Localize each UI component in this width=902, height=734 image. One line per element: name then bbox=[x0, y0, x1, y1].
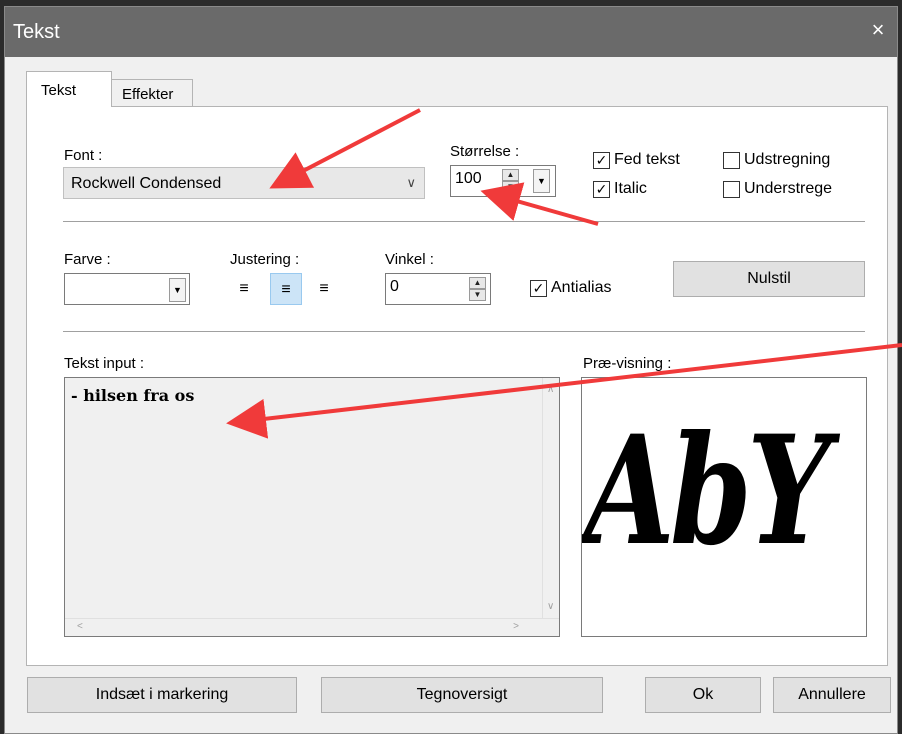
vertical-scrollbar[interactable]: ∧ ∨ bbox=[542, 378, 559, 618]
check-icon: ✓ bbox=[593, 180, 610, 198]
antialias-label: Antialias bbox=[551, 279, 612, 296]
text-dialog: Tekst × Tekst Effekter Font : Rockwell C… bbox=[4, 6, 898, 734]
font-label: Font : bbox=[64, 147, 103, 164]
text-input-label: Tekst input : bbox=[64, 355, 145, 372]
size-label: Størrelse : bbox=[450, 143, 520, 160]
angle-label: Vinkel : bbox=[385, 251, 434, 268]
color-label: Farve : bbox=[64, 251, 111, 268]
strikeout-label: Udstregning bbox=[744, 151, 831, 168]
italic-checkbox[interactable]: ✓ Italic bbox=[593, 180, 647, 198]
scroll-up-icon[interactable]: ∧ bbox=[547, 384, 554, 395]
italic-label: Italic bbox=[614, 180, 647, 197]
cancel-button[interactable]: Annullere bbox=[773, 677, 891, 713]
divider bbox=[63, 221, 865, 222]
size-dropdown-icon[interactable]: ▼ bbox=[533, 169, 550, 193]
align-left-icon[interactable]: ≡ bbox=[228, 273, 260, 305]
preview-box: AbY bbox=[581, 377, 867, 637]
size-down-icon[interactable]: ▼ bbox=[502, 181, 519, 193]
bold-checkbox[interactable]: ✓ Fed tekst bbox=[593, 151, 680, 169]
bold-label: Fed tekst bbox=[614, 151, 680, 168]
scroll-right-icon[interactable]: > bbox=[513, 621, 519, 632]
text-input-value: - hilsen fra os bbox=[71, 386, 195, 405]
insert-in-selection-button[interactable]: Indsæt i markering bbox=[27, 677, 297, 713]
strikeout-checkbox[interactable]: Udstregning bbox=[723, 151, 830, 169]
preview-label: Præ-visning : bbox=[583, 355, 672, 372]
tab-tekst-label: Tekst bbox=[41, 82, 77, 99]
alignment-label: Justering : bbox=[230, 251, 300, 268]
color-dropdown-icon[interactable]: ▼ bbox=[169, 278, 186, 302]
checkbox-empty-icon bbox=[723, 180, 740, 198]
divider bbox=[63, 331, 865, 332]
charmap-button[interactable]: Tegnoversigt bbox=[321, 677, 603, 713]
font-value: Rockwell Condensed bbox=[71, 175, 222, 192]
checkbox-empty-icon bbox=[723, 151, 740, 169]
tab-tekst[interactable]: Tekst bbox=[26, 71, 112, 107]
font-select[interactable]: Rockwell Condensed ∨ bbox=[63, 167, 425, 199]
tekst-tab-panel: Font : Rockwell Condensed ∨ Størrelse : … bbox=[26, 106, 888, 666]
antialias-checkbox[interactable]: ✓ Antialias bbox=[530, 279, 611, 297]
align-center-icon[interactable]: ≡ bbox=[270, 273, 302, 305]
underline-checkbox[interactable]: Understrege bbox=[723, 180, 832, 198]
angle-value: 0 bbox=[390, 278, 399, 295]
size-up-icon[interactable]: ▲ bbox=[502, 169, 519, 181]
size-value: 100 bbox=[455, 170, 482, 187]
reset-button[interactable]: Nulstil bbox=[673, 261, 865, 297]
scroll-left-icon[interactable]: < bbox=[77, 621, 83, 632]
tab-effekter-label: Effekter bbox=[122, 86, 174, 103]
scroll-down-icon[interactable]: ∨ bbox=[547, 601, 554, 612]
ok-button[interactable]: Ok bbox=[645, 677, 761, 713]
check-icon: ✓ bbox=[593, 151, 610, 169]
window-title: Tekst bbox=[13, 21, 60, 43]
tab-effekter[interactable]: Effekter bbox=[111, 79, 193, 109]
angle-spinner: ▲ ▼ bbox=[469, 277, 486, 301]
horizontal-scrollbar[interactable]: < > bbox=[65, 618, 559, 636]
chevron-down-icon: ∨ bbox=[406, 175, 416, 190]
close-icon[interactable]: × bbox=[865, 17, 891, 43]
preview-sample: AbY bbox=[584, 403, 831, 579]
align-right-icon[interactable]: ≡ bbox=[308, 273, 340, 305]
check-icon: ✓ bbox=[530, 279, 547, 297]
angle-down-icon[interactable]: ▼ bbox=[469, 289, 486, 301]
angle-up-icon[interactable]: ▲ bbox=[469, 277, 486, 289]
text-input-area[interactable]: - hilsen fra os ∧ ∨ < > bbox=[64, 377, 560, 637]
title-bar: Tekst × bbox=[5, 7, 897, 57]
underline-label: Understrege bbox=[744, 180, 833, 197]
size-spinner: ▲ ▼ bbox=[502, 169, 519, 193]
